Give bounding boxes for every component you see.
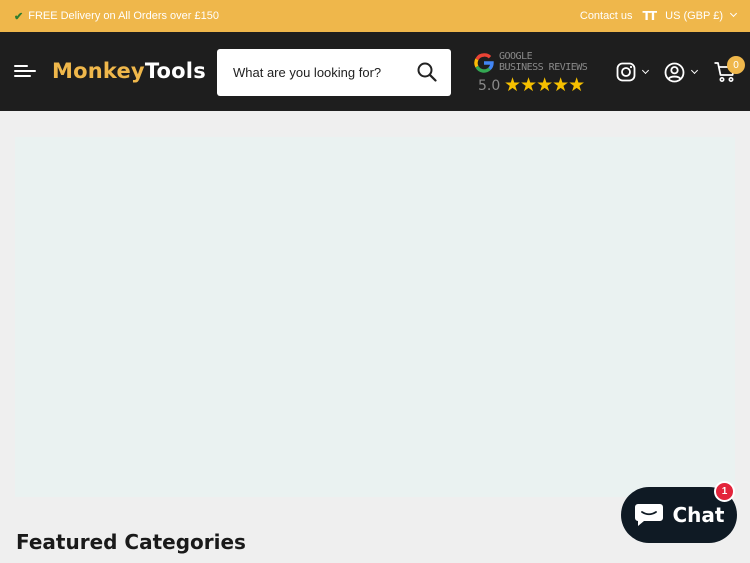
announcement-left: ✔ FREE Delivery on All Orders over £150 xyxy=(14,10,219,23)
cart-count-badge: 0 xyxy=(727,56,745,74)
chevron-down-icon xyxy=(641,66,650,75)
site-header: MonkeyTools GOOGLE BUSINESS REVIEWS 5.0 … xyxy=(0,32,750,111)
logo-part-monkey: Monkey xyxy=(52,59,145,83)
hero-banner[interactable] xyxy=(15,137,735,497)
google-reviews-badge[interactable]: GOOGLE BUSINESS REVIEWS 5.0 ★★★★★ xyxy=(472,51,597,96)
announcement-text: FREE Delivery on All Orders over £150 xyxy=(28,10,219,22)
star-rating-icon: ★★★★★ xyxy=(504,75,585,96)
reviews-line1: GOOGLE xyxy=(499,51,533,62)
search-bar xyxy=(217,49,451,96)
chat-bubble-icon xyxy=(634,504,663,526)
reviews-score: 5.0 xyxy=(478,78,501,94)
reviews-line2: BUSINESS REVIEWS xyxy=(499,62,588,73)
user-account-icon xyxy=(664,62,685,82)
currency-label: US (GBP £) xyxy=(665,10,723,22)
currency-selector[interactable]: US (GBP £) xyxy=(665,9,738,22)
featured-categories-heading: Featured Categories xyxy=(16,530,246,554)
instagram-menu[interactable] xyxy=(616,59,650,85)
chevron-down-icon xyxy=(729,9,738,18)
logo-part-tools: Tools xyxy=(144,59,206,83)
text-size-icon[interactable]: TT xyxy=(642,9,657,23)
chevron-down-icon xyxy=(690,66,699,75)
site-logo[interactable]: Monkey Tools xyxy=(52,54,206,88)
chat-label: Chat xyxy=(672,503,725,527)
instagram-icon xyxy=(616,62,636,82)
contact-us-link[interactable]: Contact us xyxy=(580,10,633,22)
hamburger-menu-icon[interactable] xyxy=(14,63,38,79)
check-icon: ✔ xyxy=(14,10,24,23)
search-icon[interactable] xyxy=(417,62,437,87)
google-g-icon xyxy=(474,53,494,73)
chat-notification-badge: 1 xyxy=(714,481,735,502)
announcement-right: Contact us TT US (GBP £) xyxy=(580,9,738,23)
search-input[interactable] xyxy=(217,65,397,80)
announcement-bar: ✔ FREE Delivery on All Orders over £150 … xyxy=(0,0,750,32)
account-menu[interactable] xyxy=(664,59,699,85)
reviews-caption: GOOGLE BUSINESS REVIEWS xyxy=(499,51,588,73)
